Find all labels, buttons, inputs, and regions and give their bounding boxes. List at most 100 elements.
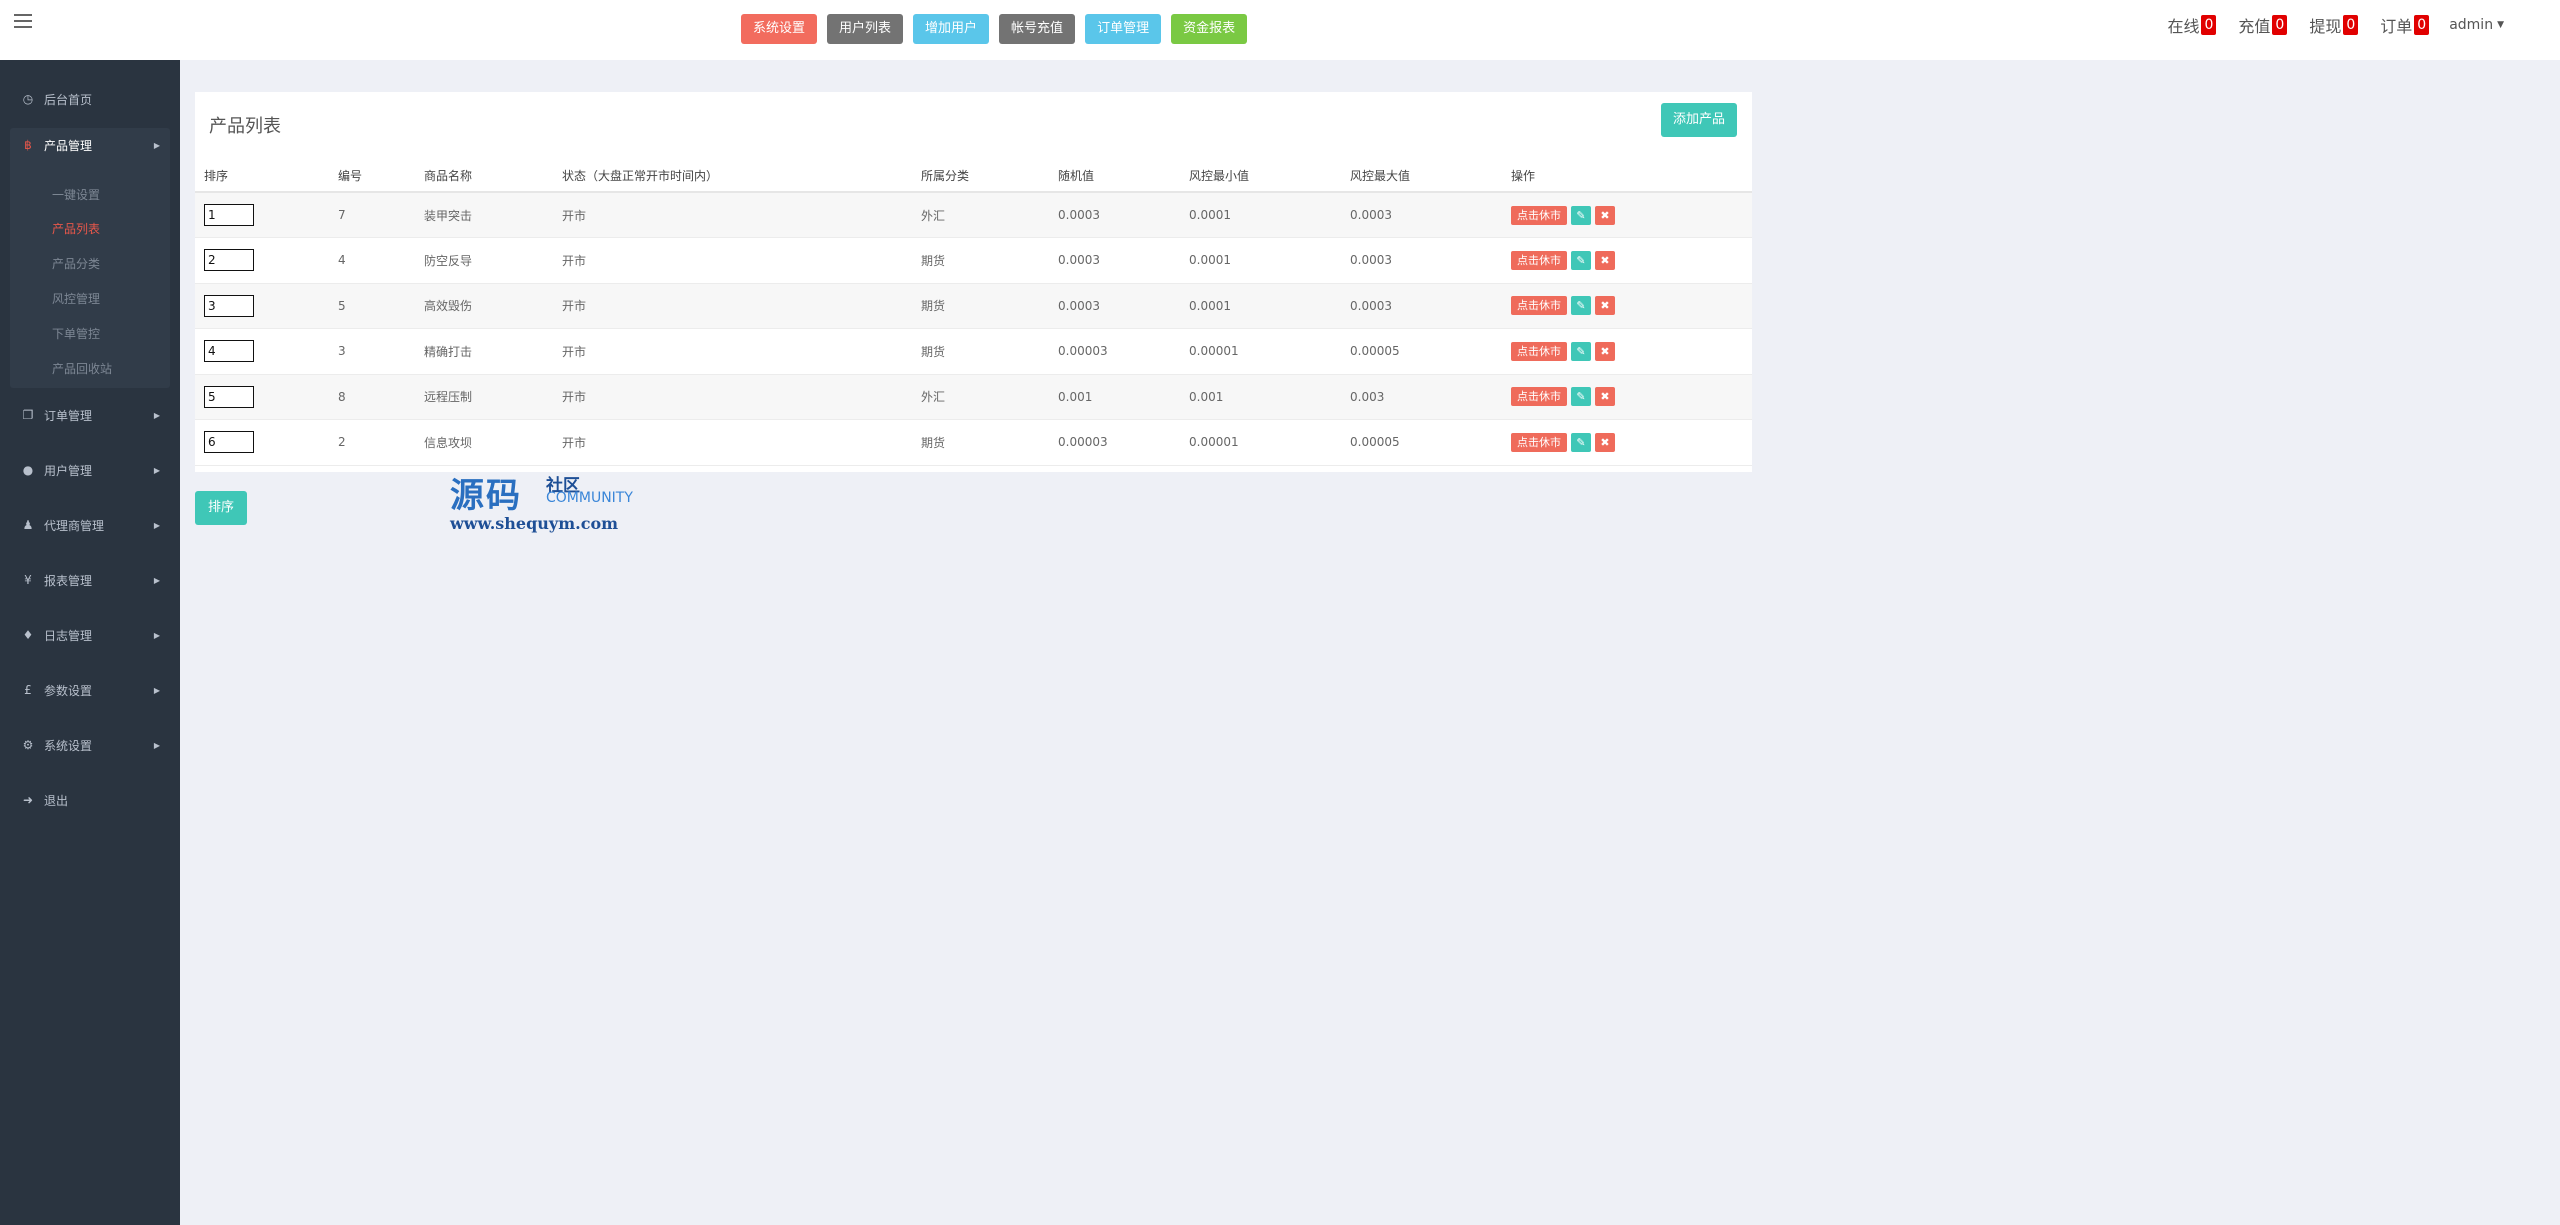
trash-icon[interactable]: ✖ <box>1595 432 1615 452</box>
sidebar-item-logout[interactable]: ➜ 退出 <box>0 783 180 817</box>
sidebar-item-label: 系统设置 <box>44 738 93 753</box>
trash-icon[interactable]: ✖ <box>1595 205 1615 225</box>
name-cell: 远程压制 <box>415 374 553 420</box>
risk-max-cell: 0.00005 <box>1341 328 1502 375</box>
edit-icon[interactable]: ✎ <box>1571 387 1591 407</box>
trash-icon[interactable]: ✖ <box>1595 296 1615 316</box>
status-cell: 开市 <box>553 283 912 329</box>
sort-order-input[interactable] <box>204 385 254 408</box>
order-stat[interactable]: 订单 0 <box>2372 12 2437 38</box>
user-list-button[interactable]: 用户列表 <box>827 14 904 44</box>
close-market-button[interactable]: 点击休市 <box>1511 432 1567 452</box>
sidebar-item-label: 用户管理 <box>44 463 93 478</box>
random-cell: 0.0003 <box>1049 283 1180 329</box>
chevron-down-icon: ▼ <box>2497 20 2504 30</box>
pound-icon: £ <box>24 683 32 697</box>
username: admin <box>2449 17 2494 33</box>
edit-icon[interactable]: ✎ <box>1571 205 1591 225</box>
risk-max-cell: 0.0003 <box>1341 192 1502 238</box>
menu-toggle-icon[interactable] <box>14 14 32 30</box>
random-cell: 0.001 <box>1049 374 1180 420</box>
product-table: 排序 编号 商品名称 状态（大盘正常开市时间内） 所属分类 随机值 风控最小值 … <box>195 160 1752 466</box>
name-cell: 防空反导 <box>415 237 553 284</box>
col-sort: 排序 <box>195 160 329 193</box>
close-market-button[interactable]: 点击休市 <box>1511 250 1567 270</box>
sub-item-one-click[interactable]: 一键设置 <box>52 186 100 203</box>
order-count-badge: 0 <box>2414 15 2430 35</box>
sort-cell <box>195 192 329 238</box>
name-cell: 装甲突击 <box>415 192 553 238</box>
top-right-stats: 在线 0 充值 0 提现 0 订单 0 admin ▼ <box>2153 12 2504 38</box>
withdraw-stat[interactable]: 提现 0 <box>2301 12 2366 38</box>
sidebar-item-orders[interactable]: ❐ 订单管理 ▶ <box>0 398 180 432</box>
sort-order-input[interactable] <box>204 249 254 272</box>
status-cell: 开市 <box>553 328 912 375</box>
sidebar-item-logs[interactable]: ♦ 日志管理 ▶ <box>0 618 180 652</box>
watermark-url: www.shequym.com <box>450 514 619 533</box>
table-row: 7装甲突击开市外汇0.00030.00010.0003点击休市✎✖ <box>195 192 1752 238</box>
trash-icon[interactable]: ✖ <box>1595 387 1615 407</box>
close-market-button[interactable]: 点击休市 <box>1511 387 1567 407</box>
dashboard-icon: ◷ <box>22 92 34 106</box>
caret-right-icon: ▶ <box>153 575 160 585</box>
risk-max-cell: 0.0003 <box>1341 237 1502 284</box>
trash-icon[interactable]: ✖ <box>1595 250 1615 270</box>
edit-icon[interactable]: ✎ <box>1571 432 1591 452</box>
sidebar-item-params[interactable]: £ 参数设置 ▶ <box>0 673 180 707</box>
close-market-button[interactable]: 点击休市 <box>1511 296 1567 316</box>
sort-cell <box>195 328 329 375</box>
trash-icon[interactable]: ✖ <box>1595 341 1615 361</box>
gears-icon: ⚙ <box>22 738 34 752</box>
user-menu[interactable]: admin ▼ <box>2449 17 2504 33</box>
add-user-button[interactable]: 增加用户 <box>913 14 990 44</box>
sidebar-item-system[interactable]: ⚙ 系统设置 ▶ <box>0 728 180 762</box>
sub-item-order-control[interactable]: 下单管控 <box>52 325 100 342</box>
sub-item-risk-control[interactable]: 风控管理 <box>52 290 100 307</box>
sort-button[interactable]: 排序 <box>195 491 248 525</box>
product-list-panel: 产品列表 添加产品 排序 编号 商品名称 状态（大盘正常开市时间内） 所属分类 … <box>195 92 1752 472</box>
edit-icon[interactable]: ✎ <box>1571 341 1591 361</box>
risk-min-cell: 0.0001 <box>1180 192 1341 238</box>
sidebar-item-label: 代理商管理 <box>44 518 105 533</box>
recharge-stat[interactable]: 充值 0 <box>2230 12 2295 38</box>
sidebar-item-label: 参数设置 <box>44 683 93 698</box>
online-stat[interactable]: 在线 0 <box>2159 12 2224 38</box>
sidebar-item-dashboard[interactable]: ◷ 后台首页 <box>0 82 180 116</box>
id-cell: 7 <box>329 192 415 238</box>
sort-order-input[interactable] <box>204 431 254 454</box>
edit-icon[interactable]: ✎ <box>1571 250 1591 270</box>
sidebar-item-products[interactable]: ฿ 产品管理 ▶ <box>0 128 180 162</box>
risk-max-cell: 0.003 <box>1341 374 1502 420</box>
sort-order-input[interactable] <box>204 340 254 363</box>
account-recharge-button[interactable]: 帐号充值 <box>999 14 1076 44</box>
sort-order-input[interactable] <box>204 204 254 226</box>
random-cell: 0.0003 <box>1049 237 1180 284</box>
fund-report-button[interactable]: 资金报表 <box>1171 14 1248 44</box>
product-management-group: ฿ 产品管理 ▶ 一键设置 产品列表 产品分类 风控管理 下单管控 产品回收站 <box>10 128 170 388</box>
sub-item-recycle-bin[interactable]: 产品回收站 <box>52 360 112 377</box>
add-product-button[interactable]: 添加产品 <box>1660 103 1737 137</box>
actions-cell: 点击休市 ✎ ✖ <box>1502 283 1752 329</box>
id-cell: 2 <box>329 419 415 466</box>
recharge-label: 充值 <box>2238 17 2271 36</box>
edit-icon[interactable]: ✎ <box>1571 296 1591 316</box>
copy-icon: ❐ <box>22 408 34 422</box>
caret-right-icon: ▶ <box>153 630 160 640</box>
sub-item-product-category[interactable]: 产品分类 <box>52 255 100 272</box>
users-icon: ♟ <box>22 518 34 532</box>
quick-buttons: 系统设置 用户列表 增加用户 帐号充值 订单管理 资金报表 <box>741 14 1248 44</box>
caret-right-icon: ▶ <box>153 140 160 150</box>
system-settings-button[interactable]: 系统设置 <box>741 14 818 44</box>
recharge-count-badge: 0 <box>2272 15 2288 35</box>
order-management-button[interactable]: 订单管理 <box>1085 14 1162 44</box>
random-cell: 0.00003 <box>1049 328 1180 375</box>
sidebar-item-reports[interactable]: ¥ 报表管理 ▶ <box>0 563 180 597</box>
sort-order-input[interactable] <box>204 294 254 317</box>
sidebar-item-agents[interactable]: ♟ 代理商管理 ▶ <box>0 508 180 542</box>
sidebar-item-users[interactable]: ● 用户管理 ▶ <box>0 453 180 487</box>
close-market-button[interactable]: 点击休市 <box>1511 341 1567 361</box>
sub-item-product-list[interactable]: 产品列表 <box>52 220 100 237</box>
table-row: 4防空反导开市期货0.00030.00010.0003点击休市✎✖ <box>195 237 1752 284</box>
caret-right-icon: ▶ <box>153 520 160 530</box>
close-market-button[interactable]: 点击休市 <box>1511 205 1567 225</box>
